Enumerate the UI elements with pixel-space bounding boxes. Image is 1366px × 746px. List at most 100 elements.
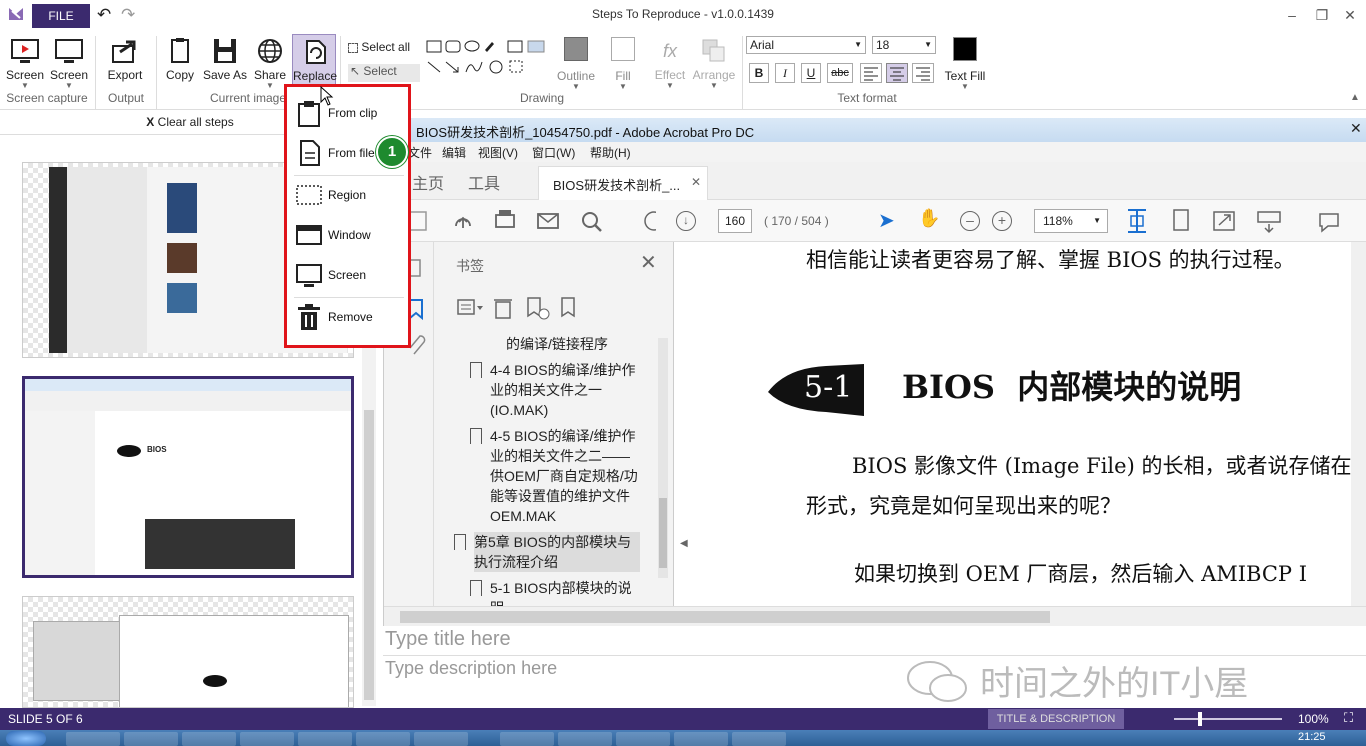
taskbar-app[interactable] <box>182 732 236 746</box>
zoom-select: 118% ▼ <box>1034 209 1108 233</box>
select-button[interactable]: ↖ Select <box>348 64 420 82</box>
acrobat-vscroll <box>1351 242 1366 606</box>
font-size-select[interactable]: 18 ▼ <box>872 36 936 54</box>
replace-icon <box>299 37 329 67</box>
menu-separator <box>294 175 404 176</box>
window-icon <box>294 220 324 250</box>
title-description-toggle[interactable]: TITLE & DESCRIPTION <box>988 709 1124 729</box>
step-thumbnail-selected[interactable]: BIOS <box>22 376 354 578</box>
dropdown-arrow-icon: ▼ <box>666 81 674 90</box>
menu-item-region[interactable]: Region <box>294 177 404 213</box>
step-number-badge: 1 <box>376 136 408 168</box>
window-title: Steps To Reproduce - v1.0.0.1439 <box>592 7 774 21</box>
taskbar-app[interactable] <box>66 732 120 746</box>
mouse-cursor-icon <box>320 85 334 109</box>
menu-item-screen[interactable]: Screen <box>294 257 404 293</box>
underline-button[interactable]: U <box>801 63 821 83</box>
page-down-icon: ↓ <box>676 211 696 231</box>
menu-item: 视图(V) <box>478 146 518 160</box>
taskbar-app[interactable] <box>616 732 670 746</box>
dropdown-arrow-icon: ▼ <box>65 81 73 90</box>
page-number-input: 160 <box>718 209 752 233</box>
select-cursor-icon: ➤ <box>878 210 895 232</box>
bookmark-item: 4-5 BIOS的编译/维护作业的相关文件之二——供OEM厂商自定规格/功能等设… <box>470 426 640 526</box>
monitor-icon <box>54 36 84 66</box>
menu-item-window[interactable]: Window <box>294 217 404 253</box>
restore-icon[interactable]: ❐ <box>1308 5 1336 25</box>
watermark-text: 时间之外的IT小屋 <box>980 665 1249 703</box>
close-icon: ✕ <box>640 252 657 274</box>
screen-icon <box>294 260 324 290</box>
taskbar-app[interactable] <box>124 732 178 746</box>
acrobat-titlebar: BIOS研发技术剖析_10454750.pdf - Adobe Acrobat … <box>384 118 1366 142</box>
thumb-bookmarks <box>25 411 95 575</box>
pdf-text-line: 相信能让读者更容易了解、掌握 BIOS 的执行过程。 <box>806 248 1295 272</box>
align-left-icon[interactable] <box>860 63 882 83</box>
taskbar-app[interactable] <box>732 732 786 746</box>
menu-item: 窗口(W) <box>532 146 576 160</box>
acrobat-tabs: 主页 工具 BIOS研发技术剖析_... ✕ <box>384 162 1366 200</box>
menu-item-remove[interactable]: Remove <box>294 299 404 335</box>
bookmark-icon <box>470 580 482 596</box>
select-all-button[interactable]: Select all <box>348 40 420 58</box>
zoom-slider-thumb[interactable] <box>1198 712 1202 726</box>
pdf-text-line: 形式，究竟是如何呈现出来的呢？ <box>806 494 1121 518</box>
scroll-thumb <box>400 611 1050 623</box>
bookmark-item: 5-1 BIOS内部模块的说明 <box>470 578 640 606</box>
taskbar-clock: 21:25 <box>1298 731 1326 743</box>
screenshot-canvas[interactable]: BIOS研发技术剖析_10454750.pdf - Adobe Acrobat … <box>383 118 1366 626</box>
strikethrough-button[interactable]: abc <box>827 63 853 83</box>
taskbar-app[interactable] <box>298 732 352 746</box>
fit-screen-icon[interactable]: ⛶ <box>1344 710 1353 726</box>
taskbar-app[interactable] <box>500 732 554 746</box>
floppy-disk-icon <box>210 36 240 66</box>
effect-fx-icon: fx <box>662 41 677 61</box>
bookmark-list: 的编译/链接程序 4-4 BIOS的编译/维护作业的相关文件之一(IO.MAK)… <box>448 326 658 606</box>
taskbar-app[interactable] <box>356 732 410 746</box>
thumb-list <box>67 167 147 353</box>
taskbar-app[interactable] <box>674 732 728 746</box>
bookmark-item: 4-4 BIOS的编译/维护作业的相关文件之一(IO.MAK) <box>470 360 640 420</box>
page-count: ( 170 / 504 ) <box>764 214 829 228</box>
acrobat-title: BIOS研发技术剖析_10454750.pdf - Adobe Acrobat … <box>416 125 755 140</box>
acrobat-hscroll <box>384 606 1366 626</box>
menu-item-from-clip[interactable]: From clip <box>294 95 404 131</box>
shapes-gallery[interactable] <box>424 38 548 78</box>
bookmark-item: 的编译/链接程序 <box>506 336 608 352</box>
taskbar-app[interactable] <box>414 732 468 746</box>
italic-button[interactable]: I <box>775 63 795 83</box>
align-right-icon[interactable] <box>912 63 934 83</box>
ribbon-collapse-icon[interactable]: ▲ <box>1350 92 1360 103</box>
acrobat-menubar: 文件 编辑 视图(V) 窗口(W) 帮助(H) <box>384 142 1366 162</box>
minimize-icon[interactable]: – <box>1278 5 1306 25</box>
fill-color-icon <box>608 37 638 67</box>
panel-collapse-icon: ◀ <box>680 538 688 549</box>
file-icon <box>294 138 324 168</box>
menu-separator <box>294 297 404 298</box>
thumb-heading-mark <box>117 445 141 457</box>
scroll-thumb[interactable] <box>364 410 374 700</box>
step-title-input[interactable]: Type title here <box>383 626 1366 656</box>
close-icon: ✕ <box>690 175 701 189</box>
section-title: BIOS 内部模块的说明 <box>902 368 1242 406</box>
font-name-select[interactable]: Arial ▼ <box>746 36 866 54</box>
slide-indicator: SLIDE 5 OF 6 <box>8 712 83 726</box>
step-thumbnail[interactable] <box>22 596 354 708</box>
menu-item: 编辑 <box>442 146 467 160</box>
zoom-slider[interactable] <box>1174 712 1282 726</box>
ribbon-toolbar: Screen ▼ Screen ▼ Screen capture Export … <box>0 30 1366 110</box>
bold-button[interactable]: B <box>749 63 769 83</box>
bookmark-scrollbar <box>658 338 668 578</box>
close-icon[interactable]: ✕ <box>1336 5 1364 25</box>
bookmark-item-selected: 第5章 BIOS的内部模块与执行流程介绍 <box>454 532 640 572</box>
thumb-window <box>33 621 133 701</box>
hand-icon: ✋ <box>918 208 941 228</box>
close-icon: ✕ <box>1350 120 1362 136</box>
taskbar-app[interactable] <box>558 732 612 746</box>
dropdown-arrow-icon: ▼ <box>710 81 718 90</box>
bookmark-tool-icons <box>457 297 575 320</box>
dropdown-arrow-icon: ▼ <box>572 82 580 91</box>
start-button-icon[interactable] <box>6 731 46 746</box>
align-center-icon[interactable] <box>886 63 908 83</box>
taskbar-app[interactable] <box>240 732 294 746</box>
